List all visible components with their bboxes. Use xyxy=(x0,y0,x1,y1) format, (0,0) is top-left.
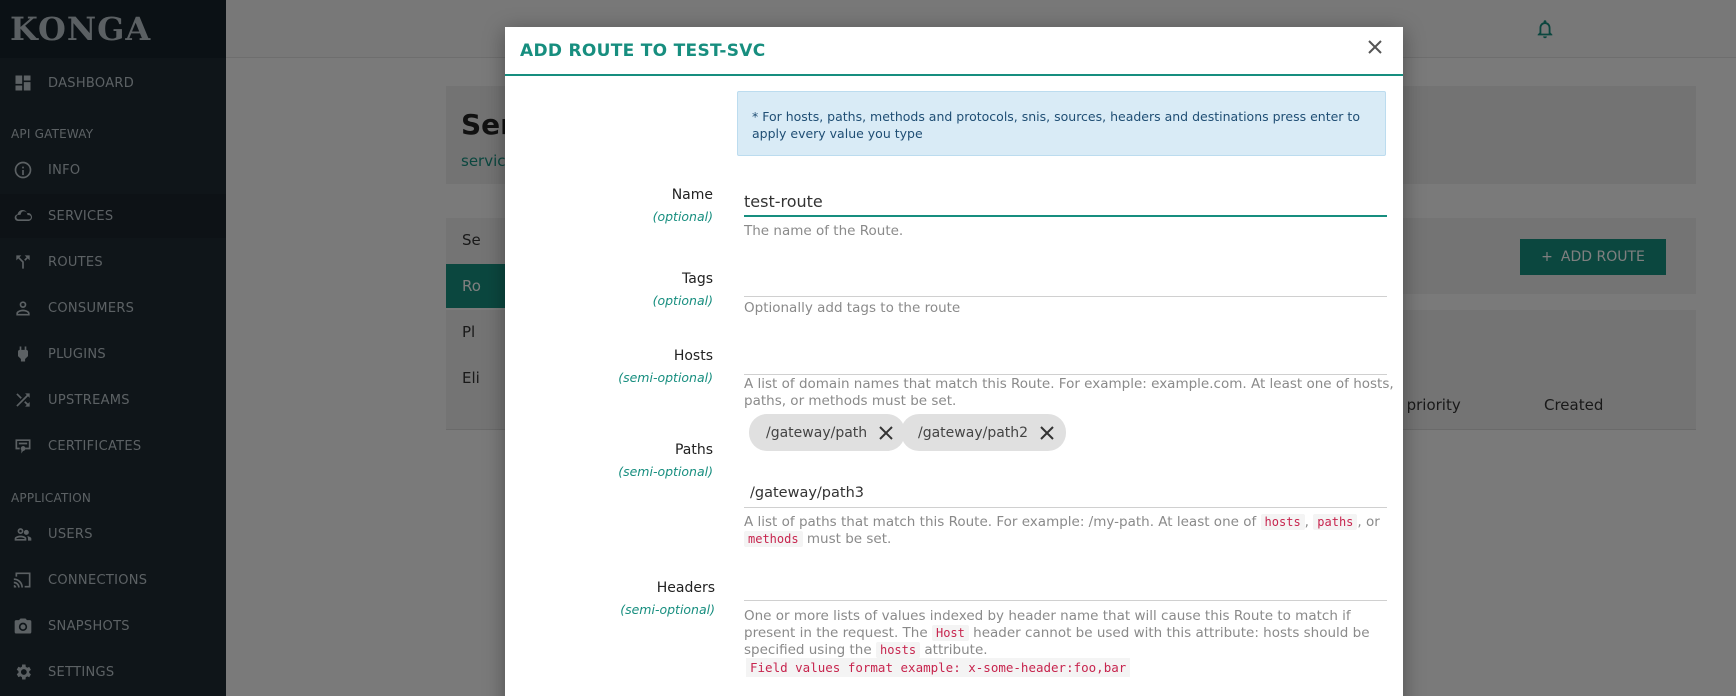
tags-optional-hint: (optional) xyxy=(652,293,713,308)
hosts-label: Hosts xyxy=(673,348,713,364)
path-chip-label: /gateway/path2 xyxy=(918,424,1029,441)
remove-chip-icon[interactable] xyxy=(1036,422,1058,444)
paths-semi-optional-hint: (semi-optional) xyxy=(618,464,713,479)
paths-label: Paths xyxy=(674,442,713,458)
close-icon[interactable] xyxy=(1363,35,1387,59)
name-help: The name of the Route. xyxy=(744,223,904,239)
hosts-semi-optional-hint: (semi-optional) xyxy=(618,370,713,385)
name-optional-hint: (optional) xyxy=(652,209,713,224)
info-alert: * For hosts, paths, methods and protocol… xyxy=(737,91,1386,156)
headers-label: Headers xyxy=(656,580,715,596)
modal-header: ADD ROUTE TO TEST-SVC xyxy=(505,27,1403,76)
paths-input-underline xyxy=(744,507,1387,508)
hosts-help: A list of domain names that match this R… xyxy=(744,376,1394,409)
path-chip: /gateway/path xyxy=(749,414,906,451)
name-input[interactable] xyxy=(744,187,1387,217)
paths-help: A list of paths that match this Route. F… xyxy=(744,514,1380,547)
path-chip: /gateway/path2 xyxy=(901,414,1067,451)
tags-help: Optionally add tags to the route xyxy=(744,300,961,316)
headers-help: One or more lists of values indexed by h… xyxy=(744,608,1370,658)
headers-input[interactable] xyxy=(744,572,1387,601)
headers-example-code: Field values format example: x-some-head… xyxy=(746,658,1131,677)
remove-chip-icon[interactable] xyxy=(875,422,897,444)
modal-title: ADD ROUTE TO TEST-SVC xyxy=(520,41,766,61)
tags-input[interactable] xyxy=(744,268,1387,297)
name-label: Name xyxy=(671,187,713,203)
headers-semi-optional-hint: (semi-optional) xyxy=(620,602,715,617)
hosts-input[interactable] xyxy=(744,345,1387,375)
tags-label: Tags xyxy=(682,271,713,287)
path-chip-label: /gateway/path xyxy=(766,424,868,441)
paths-input[interactable]: /gateway/path3 xyxy=(750,485,1387,501)
